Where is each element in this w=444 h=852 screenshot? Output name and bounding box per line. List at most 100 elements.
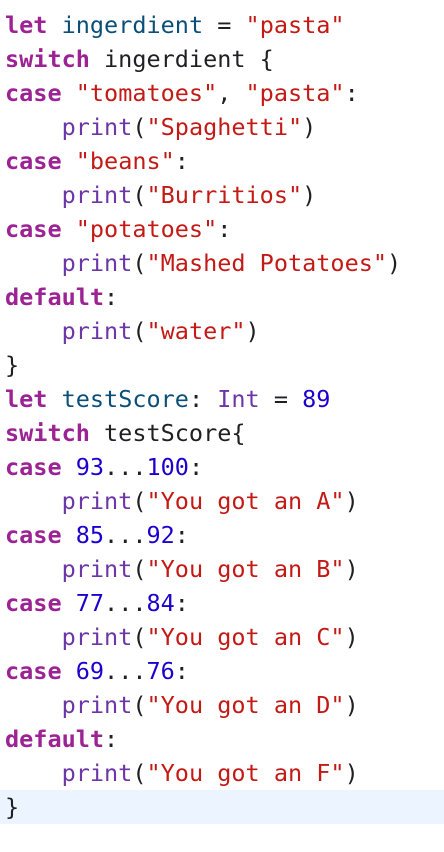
code-token: ) <box>344 555 359 583</box>
code-line[interactable]: print("Burritios") <box>0 178 444 212</box>
code-token: 69 <box>75 657 105 685</box>
code-token: ) <box>344 759 359 787</box>
code-line[interactable]: default: <box>0 280 444 314</box>
code-token: = <box>259 385 303 413</box>
code-token: "You got an D" <box>146 691 345 719</box>
code-token: default <box>5 725 105 753</box>
code-token: ... <box>104 657 147 685</box>
code-token: let <box>5 11 48 39</box>
code-line[interactable]: print("You got an D") <box>0 688 444 722</box>
code-token: ) <box>302 181 317 209</box>
code-token: "Mashed Potatoes" <box>146 249 388 277</box>
code-line[interactable]: default: <box>0 722 444 756</box>
code-token: ... <box>104 589 147 617</box>
code-token: "You got an A" <box>146 487 345 515</box>
code-token: "potatoes" <box>75 215 218 243</box>
code-token: 76 <box>146 657 175 685</box>
code-token: 93 <box>75 453 105 481</box>
code-token: ( <box>132 317 147 345</box>
code-token: ( <box>132 181 147 209</box>
code-line[interactable]: print("You got an B") <box>0 552 444 586</box>
code-line[interactable]: case "beans": <box>0 144 444 178</box>
code-token: ( <box>132 113 147 141</box>
code-line[interactable]: print("You got an C") <box>0 620 444 654</box>
code-line[interactable]: case "potatoes": <box>0 212 444 246</box>
code-token: case <box>5 215 62 243</box>
code-editor[interactable]: let ingerdient = "pasta" switch ingerdien… <box>0 0 444 852</box>
code-token: ) <box>344 623 359 651</box>
code-token: print <box>61 249 133 277</box>
code-token: : <box>174 589 189 617</box>
code-line[interactable]: switch testScore{ <box>0 416 444 450</box>
code-token: ( <box>132 759 147 787</box>
code-token: 77 <box>75 589 105 617</box>
code-token: , <box>217 79 246 107</box>
code-token: ingerdient <box>61 11 204 39</box>
code-token: : <box>188 385 218 413</box>
code-token: ) <box>302 113 317 141</box>
code-line[interactable]: print("Mashed Potatoes") <box>0 246 444 280</box>
code-token: switch <box>5 45 90 73</box>
code-token: : <box>188 453 204 481</box>
code-line[interactable]: print("You got an A") <box>0 484 444 518</box>
code-token: "pasta" <box>245 79 345 107</box>
code-token: case <box>5 657 62 685</box>
code-line[interactable]: let ingerdient = "pasta" <box>0 8 444 42</box>
code-token: testScore <box>61 385 189 413</box>
code-token: ) <box>245 317 260 345</box>
code-line[interactable]: case 77...84: <box>0 586 444 620</box>
code-token: : <box>344 79 359 107</box>
code-token: "tomatoes" <box>75 79 218 107</box>
code-token: "You got an F" <box>146 759 345 787</box>
code-token: = <box>203 11 246 39</box>
code-line[interactable]: let testScore: Int = 89 <box>0 382 444 416</box>
code-line[interactable]: print("Spaghetti") <box>0 110 444 144</box>
code-token: print <box>61 691 133 719</box>
code-token: ) <box>387 249 402 277</box>
code-token: : <box>217 215 232 243</box>
code-line[interactable]: case 69...76: <box>0 654 444 688</box>
code-token: case <box>5 589 62 617</box>
code-token: ingerdient { <box>89 45 274 73</box>
code-token: 84 <box>146 589 175 617</box>
code-token: } <box>5 793 20 821</box>
code-token: case <box>5 453 62 481</box>
code-token: ( <box>132 555 147 583</box>
code-token: ... <box>104 453 147 481</box>
code-token: "You got an B" <box>146 555 345 583</box>
code-token: } <box>5 351 20 379</box>
code-line[interactable]: switch ingerdient { <box>0 42 444 76</box>
code-line[interactable]: } <box>0 348 444 382</box>
code-token: "Burritios" <box>146 181 303 209</box>
code-line[interactable]: print("water") <box>0 314 444 348</box>
code-line[interactable]: case 85...92: <box>0 518 444 552</box>
code-line[interactable]: print("You got an F") <box>0 756 444 790</box>
code-token: : <box>104 283 119 311</box>
code-token: default <box>5 283 105 311</box>
code-token: "water" <box>146 317 246 345</box>
code-token: print <box>61 181 133 209</box>
code-line[interactable]: } <box>0 790 444 824</box>
code-line[interactable]: case 93...100: <box>0 450 444 484</box>
code-token: 85 <box>75 521 105 549</box>
code-token: : <box>104 725 119 753</box>
code-line[interactable]: case "tomatoes", "pasta": <box>0 76 444 110</box>
code-token: ( <box>132 623 147 651</box>
